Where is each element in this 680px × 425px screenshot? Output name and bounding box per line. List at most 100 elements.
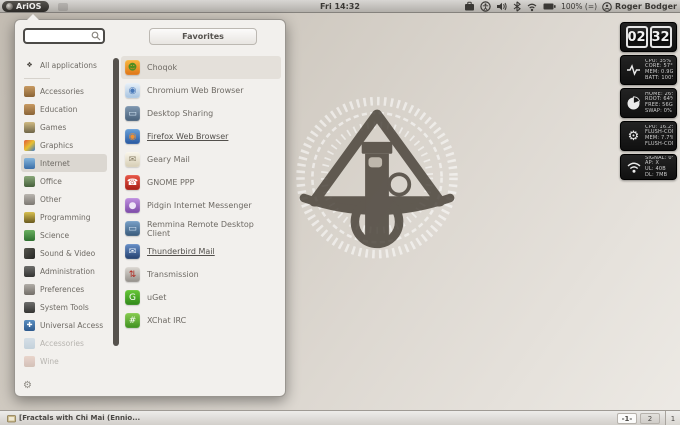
favorites-button[interactable]: Favorites — [149, 28, 257, 45]
stat-line: DL: 7MB — [645, 171, 668, 178]
category-label: All applications — [40, 60, 97, 70]
workspace-1-button[interactable]: -1- — [617, 413, 637, 424]
category-office[interactable]: Office — [21, 172, 107, 190]
category-games[interactable]: Games — [21, 118, 107, 136]
category-label: Sound & Video — [40, 248, 96, 258]
category-icon — [24, 121, 35, 133]
application-icon: # — [125, 313, 140, 328]
category-icon — [24, 229, 35, 241]
pie-chart-icon — [624, 95, 643, 111]
category-accessories[interactable]: Accessories — [21, 82, 107, 100]
bluetooth-icon[interactable] — [513, 1, 521, 12]
user-name-label: Roger Bodger — [615, 2, 677, 11]
settings-gear-icon[interactable]: ⚙ — [23, 380, 32, 391]
network-wifi-icon[interactable] — [526, 2, 538, 12]
taskbar-window-label: [Fractals with Chi Mai (Ennio... — [19, 414, 141, 422]
category-icon — [24, 211, 35, 223]
stat-line: FLUSH-CONT — [645, 140, 673, 147]
search-icon — [91, 31, 101, 41]
application-icon: ▭ — [125, 221, 140, 236]
category-sound-video[interactable]: Sound & Video — [21, 244, 107, 262]
battery-percentage-label[interactable]: 100% (=) — [561, 2, 597, 11]
pulse-icon — [624, 63, 643, 77]
app-firefox-web-browser[interactable]: ◉ Firefox Web Browser — [121, 125, 281, 148]
category-label: Education — [40, 104, 78, 114]
category-label: Science — [40, 230, 70, 240]
app-uget[interactable]: G uGet — [121, 286, 281, 309]
app-transmission[interactable]: ⇅ Transmission — [121, 263, 281, 286]
application-label: Choqok — [147, 63, 178, 72]
application-label: Pidgin Internet Messenger — [147, 201, 252, 210]
universal-access-icon[interactable] — [480, 1, 491, 12]
category-icon: ✚ — [24, 319, 35, 331]
app-desktop-sharing[interactable]: ▭ Desktop Sharing — [121, 102, 281, 125]
application-icon: G — [125, 290, 140, 305]
window-count-badge[interactable]: 1 — [665, 411, 680, 425]
category-icon — [24, 247, 35, 259]
application-icon: ◉ — [125, 129, 140, 144]
category-other[interactable]: Other — [21, 190, 107, 208]
application-label: uGet — [147, 293, 167, 302]
user-avatar-icon — [602, 1, 612, 12]
category-icon — [24, 175, 35, 187]
app-thunderbird-mail[interactable]: ✉ Thunderbird Mail — [121, 240, 281, 263]
category-programming[interactable]: Programming — [21, 208, 107, 226]
application-icon: ✉ — [125, 244, 140, 259]
stat-line: BATT: 100% — [645, 74, 673, 81]
category-graphics[interactable]: Graphics — [21, 136, 107, 154]
search-input[interactable] — [25, 31, 91, 41]
clock-hours: 02 — [625, 26, 648, 48]
application-label: Remmina Remote Desktop Client — [147, 219, 254, 238]
user-menu[interactable]: Roger Bodger — [602, 1, 677, 12]
category-all-applications[interactable]: ❖ All applications — [21, 56, 107, 79]
application-label: Thunderbird Mail — [147, 247, 215, 256]
app-choqok[interactable]: ☻ Choqok — [121, 56, 281, 79]
application-label: Chromium Web Browser — [147, 86, 244, 95]
category-internet[interactable]: Internet — [21, 154, 107, 172]
taskbar-window-button[interactable]: [Fractals with Chi Mai (Ennio... — [3, 412, 144, 424]
category-icon — [24, 337, 35, 349]
app-remmina-remote-desktop-client[interactable]: ▭ Remmina Remote Desktop Client — [121, 217, 281, 240]
category-scrollbar[interactable] — [113, 58, 119, 346]
category-list: ❖ All applications Accessories Education… — [21, 56, 107, 370]
category-label: Other — [40, 194, 62, 204]
desktop: AriOS Fri 14:32 100% (=) Roger Bodger Fa… — [0, 0, 680, 425]
top-processes-widget: ⚙ CPU: 16.2% FLUSH-CONT MEM: 7.7% FLUSH-… — [620, 121, 677, 151]
briefcase-icon[interactable] — [464, 1, 475, 12]
category-administration[interactable]: Administration — [21, 262, 107, 280]
application-label: GNOME PPP — [147, 178, 195, 187]
category-universal-access[interactable]: ✚ Universal Access — [21, 316, 107, 334]
workspace-2-button[interactable]: 2 — [640, 413, 660, 424]
category-icon — [24, 157, 35, 169]
application-icon: ● — [125, 198, 140, 213]
category-icon — [24, 283, 35, 295]
category-preferences[interactable]: Preferences — [21, 280, 107, 298]
app-pidgin-internet-messenger[interactable]: ● Pidgin Internet Messenger — [121, 194, 281, 217]
application-label: Geary Mail — [147, 155, 190, 164]
panel-pointer — [27, 14, 39, 20]
category-accessories[interactable]: Accessories — [21, 334, 107, 352]
category-icon — [24, 103, 35, 115]
window-file-icon — [7, 414, 16, 422]
battery-icon[interactable] — [543, 2, 556, 11]
category-science[interactable]: Science — [21, 226, 107, 244]
workspace-pager: -1- 2 — [617, 413, 660, 424]
category-label: Administration — [40, 266, 95, 276]
search-box[interactable] — [23, 28, 105, 44]
application-label: XChat IRC — [147, 316, 187, 325]
category-label: Universal Access — [40, 320, 104, 330]
category-education[interactable]: Education — [21, 100, 107, 118]
category-label: Games — [40, 122, 67, 132]
category-system-tools[interactable]: System Tools — [21, 298, 107, 316]
application-icon: ✉ — [125, 152, 140, 167]
app-gnome-ppp[interactable]: ☎ GNOME PPP — [121, 171, 281, 194]
app-chromium-web-browser[interactable]: ◉ Chromium Web Browser — [121, 79, 281, 102]
app-geary-mail[interactable]: ✉ Geary Mail — [121, 148, 281, 171]
volume-icon[interactable] — [496, 1, 508, 12]
system-stats-widget: CPU: 35% CORE: 57°C MEM: 0.9GB BATT: 100… — [620, 55, 677, 85]
category-label: System Tools — [40, 302, 89, 312]
app-xchat-irc[interactable]: # XChat IRC — [121, 309, 281, 332]
application-list: ☻ Choqok ◉ Chromium Web Browser ▭ Deskto… — [121, 56, 281, 332]
category-wine[interactable]: Wine — [21, 352, 107, 370]
bottom-taskbar: [Fractals with Chi Mai (Ennio... -1- 2 1 — [0, 410, 680, 425]
